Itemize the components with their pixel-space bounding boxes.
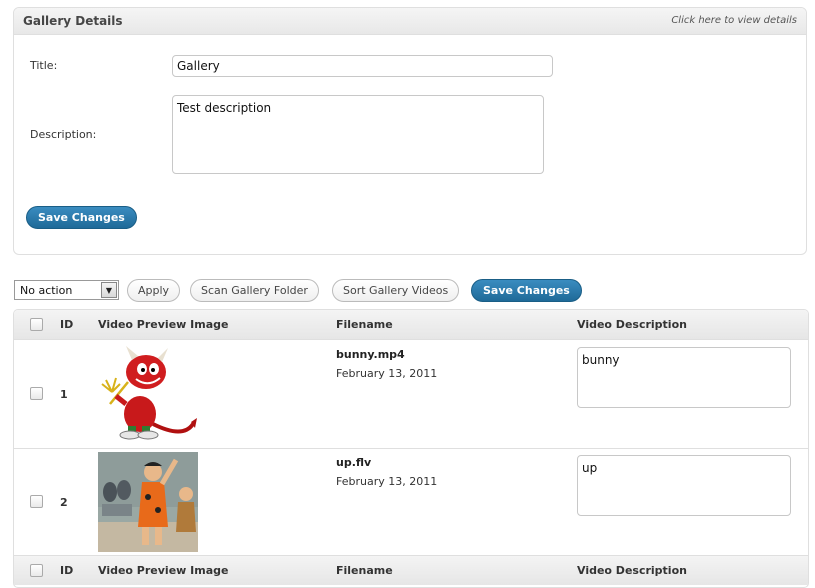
- footer-header-preview: Video Preview Image: [98, 564, 229, 577]
- title-input[interactable]: [172, 55, 553, 77]
- upload-date: February 13, 2011: [336, 367, 438, 380]
- save-changes-toolbar-button[interactable]: Save Changes: [471, 279, 582, 302]
- bulk-action-value: No action: [20, 284, 73, 297]
- table-header: ID Video Preview Image Filename Video De…: [14, 310, 808, 340]
- video-description-input[interactable]: bunny: [577, 347, 791, 408]
- save-changes-button[interactable]: Save Changes: [26, 206, 137, 229]
- upload-date: February 13, 2011: [336, 475, 438, 488]
- select-all-checkbox[interactable]: [30, 318, 43, 331]
- bulk-action-select[interactable]: No action ▼: [14, 280, 119, 300]
- videos-table: ID Video Preview Image Filename Video De…: [13, 309, 809, 588]
- sort-gallery-videos-button[interactable]: Sort Gallery Videos: [332, 279, 460, 302]
- table-row: 1 bunny.mp4 February 13, 2011 bunny: [14, 341, 808, 448]
- column-header-id: ID: [60, 318, 74, 331]
- devil-mascot-thumbnail: [101, 346, 197, 440]
- filename: bunny.mp4: [336, 348, 405, 361]
- panel-header[interactable]: Gallery Details Click here to view detai…: [14, 8, 806, 35]
- gallery-details-panel: Gallery Details Click here to view detai…: [13, 7, 807, 255]
- row-id: 1: [60, 388, 68, 401]
- panel-title: Gallery Details: [23, 14, 123, 28]
- column-header-preview: Video Preview Image: [98, 318, 229, 331]
- row-id: 2: [60, 496, 68, 509]
- select-all-footer-checkbox[interactable]: [30, 564, 43, 577]
- footer-header-id: ID: [60, 564, 74, 577]
- chevron-down-icon[interactable]: ▼: [101, 282, 117, 298]
- scan-gallery-folder-button[interactable]: Scan Gallery Folder: [190, 279, 319, 302]
- table-row: 2 up.flv February 13, 2011 up: [14, 448, 808, 555]
- table-footer: ID Video Preview Image Filename Video De…: [14, 555, 808, 585]
- description-textarea[interactable]: Test description: [172, 95, 544, 174]
- footer-header-description: Video Description: [577, 564, 687, 577]
- footer-header-filename: Filename: [336, 564, 393, 577]
- apply-button[interactable]: Apply: [127, 279, 181, 302]
- view-details-link[interactable]: Click here to view details: [671, 15, 797, 26]
- row-checkbox[interactable]: [30, 495, 43, 508]
- column-header-description: Video Description: [577, 318, 687, 331]
- description-label: Description:: [30, 128, 97, 141]
- cartoon-scene-thumbnail: [98, 452, 198, 552]
- row-checkbox[interactable]: [30, 387, 43, 400]
- title-label: Title:: [30, 59, 58, 72]
- filename: up.flv: [336, 456, 372, 469]
- column-header-filename: Filename: [336, 318, 393, 331]
- video-description-input[interactable]: up: [577, 455, 791, 516]
